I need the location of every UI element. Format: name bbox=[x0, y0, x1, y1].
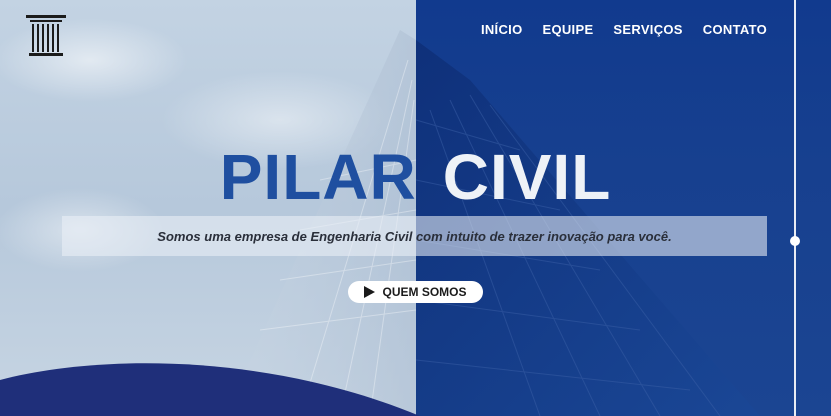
nav-link-inicio[interactable]: INÍCIO bbox=[481, 22, 523, 37]
quem-somos-button[interactable]: QUEM SOMOS bbox=[348, 281, 483, 303]
bottom-wave-shape bbox=[0, 363, 420, 416]
quem-somos-label: QUEM SOMOS bbox=[382, 285, 467, 299]
title-word-pilar: PILAR bbox=[219, 141, 417, 213]
play-icon bbox=[364, 286, 376, 298]
page-title: PILAR CIVIL bbox=[0, 140, 831, 214]
main-nav: INÍCIO EQUIPE SERVIÇOS CONTATO bbox=[481, 22, 767, 37]
hero-section: INÍCIO EQUIPE SERVIÇOS CONTATO PILAR CIVI… bbox=[0, 0, 831, 416]
tagline-banner: Somos uma empresa de Engenharia Civil co… bbox=[62, 216, 767, 256]
scroll-indicator-dot[interactable] bbox=[790, 236, 800, 246]
column-pillar-icon[interactable] bbox=[26, 13, 66, 57]
nav-link-equipe[interactable]: EQUIPE bbox=[542, 22, 593, 37]
nav-link-contato[interactable]: CONTATO bbox=[703, 22, 767, 37]
tagline-text: Somos uma empresa de Engenharia Civil co… bbox=[157, 228, 672, 244]
nav-link-servicos[interactable]: SERVIÇOS bbox=[613, 22, 682, 37]
title-word-civil: CIVIL bbox=[442, 141, 612, 213]
